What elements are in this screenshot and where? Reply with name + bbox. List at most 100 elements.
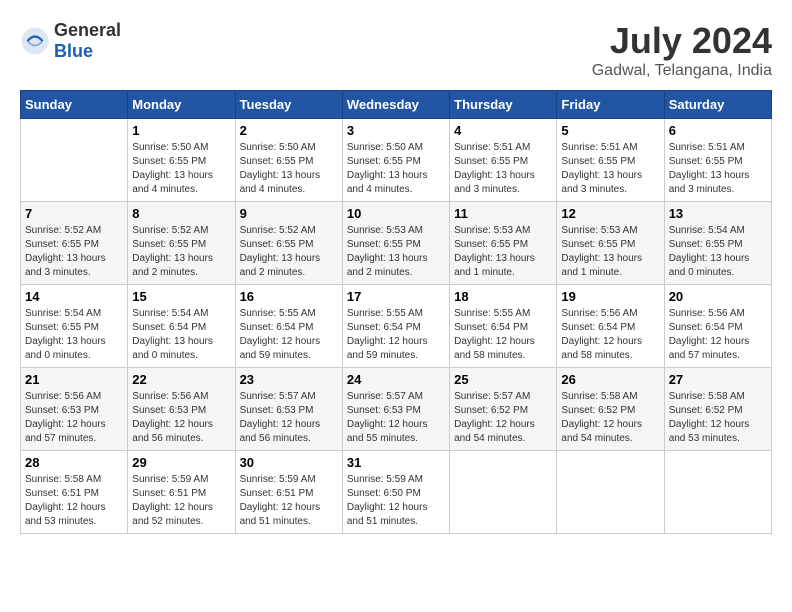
day-number: 24 (347, 372, 445, 387)
day-info: Sunrise: 5:54 AMSunset: 6:55 PMDaylight:… (25, 307, 123, 363)
logo: General Blue (20, 20, 121, 62)
calendar-week-1: 1 Sunrise: 5:50 AMSunset: 6:55 PMDaylight… (21, 119, 772, 202)
month-year-title: July 2024 (592, 20, 772, 62)
table-cell: 11 Sunrise: 5:53 AMSunset: 6:55 PMDayligh… (450, 202, 557, 285)
day-info: Sunrise: 5:53 AMSunset: 6:55 PMDaylight:… (561, 224, 659, 280)
day-number: 3 (347, 123, 445, 138)
logo-icon (20, 26, 50, 56)
day-number: 2 (240, 123, 338, 138)
table-cell: 13 Sunrise: 5:54 AMSunset: 6:55 PMDayligh… (664, 202, 771, 285)
table-cell (450, 451, 557, 534)
col-thursday: Thursday (450, 91, 557, 119)
table-cell: 4 Sunrise: 5:51 AMSunset: 6:55 PMDaylight… (450, 119, 557, 202)
col-saturday: Saturday (664, 91, 771, 119)
day-info: Sunrise: 5:55 AMSunset: 6:54 PMDaylight:… (454, 307, 552, 363)
col-monday: Monday (128, 91, 235, 119)
day-number: 7 (25, 206, 123, 221)
table-cell: 16Sunrise: 5:55 AMSunset: 6:54 PMDayligh… (235, 285, 342, 368)
table-cell: 24Sunrise: 5:57 AMSunset: 6:53 PMDayligh… (342, 368, 449, 451)
day-number: 9 (240, 206, 338, 221)
calendar-table: Sunday Monday Tuesday Wednesday Thursday… (20, 90, 772, 534)
day-number: 13 (669, 206, 767, 221)
day-number: 21 (25, 372, 123, 387)
table-cell: 18 Sunrise: 5:55 AMSunset: 6:54 PMDayligh… (450, 285, 557, 368)
table-cell: 23 Sunrise: 5:57 AMSunset: 6:53 PMDayligh… (235, 368, 342, 451)
table-cell: 17 Sunrise: 5:55 AMSunset: 6:54 PMDayligh… (342, 285, 449, 368)
day-number: 18 (454, 289, 552, 304)
day-number: 10 (347, 206, 445, 221)
day-number: 26 (561, 372, 659, 387)
table-cell (21, 119, 128, 202)
table-cell: 22 Sunrise: 5:56 AMSunset: 6:53 PMDayligh… (128, 368, 235, 451)
day-info: Sunrise: 5:59 AMSunset: 6:50 PMDaylight:… (347, 473, 445, 529)
table-cell: 27 Sunrise: 5:58 AMSunset: 6:52 PMDayligh… (664, 368, 771, 451)
table-cell: 3 Sunrise: 5:50 AMSunset: 6:55 PMDaylight… (342, 119, 449, 202)
table-cell: 5 Sunrise: 5:51 AMSunset: 6:55 PMDaylight… (557, 119, 664, 202)
day-number: 4 (454, 123, 552, 138)
table-cell (557, 451, 664, 534)
day-info: Sunrise: 5:53 AMSunset: 6:55 PMDaylight:… (454, 224, 552, 280)
day-number: 5 (561, 123, 659, 138)
calendar-week-2: 7 Sunrise: 5:52 AMSunset: 6:55 PMDaylight… (21, 202, 772, 285)
day-number: 20 (669, 289, 767, 304)
day-info: Sunrise: 5:54 AMSunset: 6:55 PMDaylight:… (669, 224, 767, 280)
day-info: Sunrise: 5:59 AMSunset: 6:51 PMDaylight:… (132, 473, 230, 529)
calendar-header-row: Sunday Monday Tuesday Wednesday Thursday… (21, 91, 772, 119)
day-info: Sunrise: 5:55 AMSunset: 6:54 PMDaylight:… (347, 307, 445, 363)
table-cell: 30Sunrise: 5:59 AMSunset: 6:51 PMDayligh… (235, 451, 342, 534)
day-info: Sunrise: 5:52 AMSunset: 6:55 PMDaylight:… (25, 224, 123, 280)
day-number: 28 (25, 455, 123, 470)
day-number: 30 (240, 455, 338, 470)
day-info: Sunrise: 5:55 AMSunset: 6:54 PMDaylight:… (240, 307, 338, 363)
col-sunday: Sunday (21, 91, 128, 119)
day-number: 1 (132, 123, 230, 138)
day-number: 29 (132, 455, 230, 470)
day-info: Sunrise: 5:56 AMSunset: 6:54 PMDaylight:… (561, 307, 659, 363)
day-info: Sunrise: 5:51 AMSunset: 6:55 PMDaylight:… (561, 141, 659, 197)
table-cell: 2Sunrise: 5:50 AMSunset: 6:55 PMDaylight… (235, 119, 342, 202)
table-cell: 29 Sunrise: 5:59 AMSunset: 6:51 PMDayligh… (128, 451, 235, 534)
day-info: Sunrise: 5:50 AMSunset: 6:55 PMDaylight:… (347, 141, 445, 197)
day-info: Sunrise: 5:54 AMSunset: 6:54 PMDaylight:… (132, 307, 230, 363)
logo-blue-text: Blue (54, 41, 93, 61)
day-number: 19 (561, 289, 659, 304)
calendar-week-3: 14 Sunrise: 5:54 AMSunset: 6:55 PMDayligh… (21, 285, 772, 368)
calendar-week-4: 21 Sunrise: 5:56 AMSunset: 6:53 PMDayligh… (21, 368, 772, 451)
day-info: Sunrise: 5:57 AMSunset: 6:53 PMDaylight:… (240, 390, 338, 446)
day-info: Sunrise: 5:52 AMSunset: 6:55 PMDaylight:… (132, 224, 230, 280)
day-number: 11 (454, 206, 552, 221)
table-cell: 14 Sunrise: 5:54 AMSunset: 6:55 PMDayligh… (21, 285, 128, 368)
day-number: 14 (25, 289, 123, 304)
table-cell: 10Sunrise: 5:53 AMSunset: 6:55 PMDayligh… (342, 202, 449, 285)
day-info: Sunrise: 5:58 AMSunset: 6:51 PMDaylight:… (25, 473, 123, 529)
day-info: Sunrise: 5:57 AMSunset: 6:52 PMDaylight:… (454, 390, 552, 446)
day-info: Sunrise: 5:51 AMSunset: 6:55 PMDaylight:… (669, 141, 767, 197)
day-info: Sunrise: 5:51 AMSunset: 6:55 PMDaylight:… (454, 141, 552, 197)
table-cell: 9 Sunrise: 5:52 AMSunset: 6:55 PMDaylight… (235, 202, 342, 285)
col-friday: Friday (557, 91, 664, 119)
table-cell: 1Sunrise: 5:50 AMSunset: 6:55 PMDaylight… (128, 119, 235, 202)
table-cell: 12 Sunrise: 5:53 AMSunset: 6:55 PMDayligh… (557, 202, 664, 285)
table-cell: 7 Sunrise: 5:52 AMSunset: 6:55 PMDaylight… (21, 202, 128, 285)
table-cell: 6Sunrise: 5:51 AMSunset: 6:55 PMDaylight… (664, 119, 771, 202)
title-area: July 2024 Gadwal, Telangana, India (592, 20, 772, 80)
table-cell: 21 Sunrise: 5:56 AMSunset: 6:53 PMDayligh… (21, 368, 128, 451)
col-tuesday: Tuesday (235, 91, 342, 119)
day-number: 22 (132, 372, 230, 387)
calendar-week-5: 28 Sunrise: 5:58 AMSunset: 6:51 PMDayligh… (21, 451, 772, 534)
day-number: 17 (347, 289, 445, 304)
day-info: Sunrise: 5:58 AMSunset: 6:52 PMDaylight:… (669, 390, 767, 446)
day-info: Sunrise: 5:52 AMSunset: 6:55 PMDaylight:… (240, 224, 338, 280)
day-number: 27 (669, 372, 767, 387)
day-number: 12 (561, 206, 659, 221)
table-cell: 20 Sunrise: 5:56 AMSunset: 6:54 PMDayligh… (664, 285, 771, 368)
day-info: Sunrise: 5:56 AMSunset: 6:53 PMDaylight:… (132, 390, 230, 446)
day-info: Sunrise: 5:56 AMSunset: 6:54 PMDaylight:… (669, 307, 767, 363)
col-wednesday: Wednesday (342, 91, 449, 119)
day-number: 23 (240, 372, 338, 387)
logo-general-text: General (54, 20, 121, 40)
day-number: 31 (347, 455, 445, 470)
day-info: Sunrise: 5:56 AMSunset: 6:53 PMDaylight:… (25, 390, 123, 446)
day-number: 8 (132, 206, 230, 221)
day-number: 15 (132, 289, 230, 304)
